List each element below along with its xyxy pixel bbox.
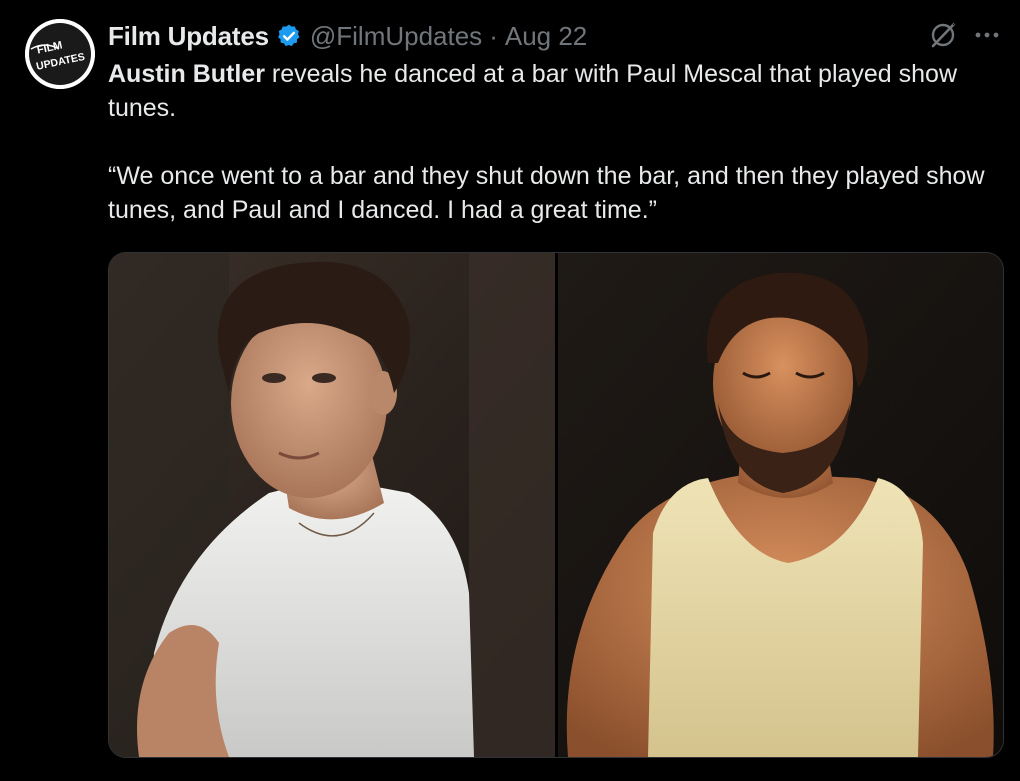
tweet-header: Film Updates @FilmUpdates · Aug 22: [108, 18, 587, 54]
film-updates-logo-icon: FILM UPDATES: [25, 19, 95, 89]
author-handle[interactable]: @FilmUpdates: [310, 21, 482, 52]
photo-left[interactable]: [109, 253, 555, 757]
avatar[interactable]: FILM UPDATES: [25, 19, 95, 89]
photo-right[interactable]: [558, 253, 1003, 757]
photo-man-tank-top: [558, 253, 1003, 757]
more-icon[interactable]: [974, 30, 1000, 40]
grok-icon[interactable]: [928, 20, 958, 50]
tweet-date[interactable]: Aug 22: [505, 21, 587, 52]
tweet-actions-top: [928, 20, 1000, 50]
mentioned-name[interactable]: Austin Butler: [108, 60, 265, 88]
verified-badge-icon[interactable]: [276, 23, 302, 49]
author-name[interactable]: Film Updates: [108, 21, 269, 52]
tweet-text: Austin Butler reveals he danced at a bar…: [108, 57, 998, 227]
tweet-quote: “We once went to a bar and they shut dow…: [108, 162, 985, 224]
tweet-paragraph-1: Austin Butler reveals he danced at a bar…: [108, 57, 998, 125]
separator-dot: ·: [489, 20, 498, 51]
tweet-media[interactable]: [108, 252, 1004, 758]
photo-man-white-tshirt: [109, 253, 555, 757]
